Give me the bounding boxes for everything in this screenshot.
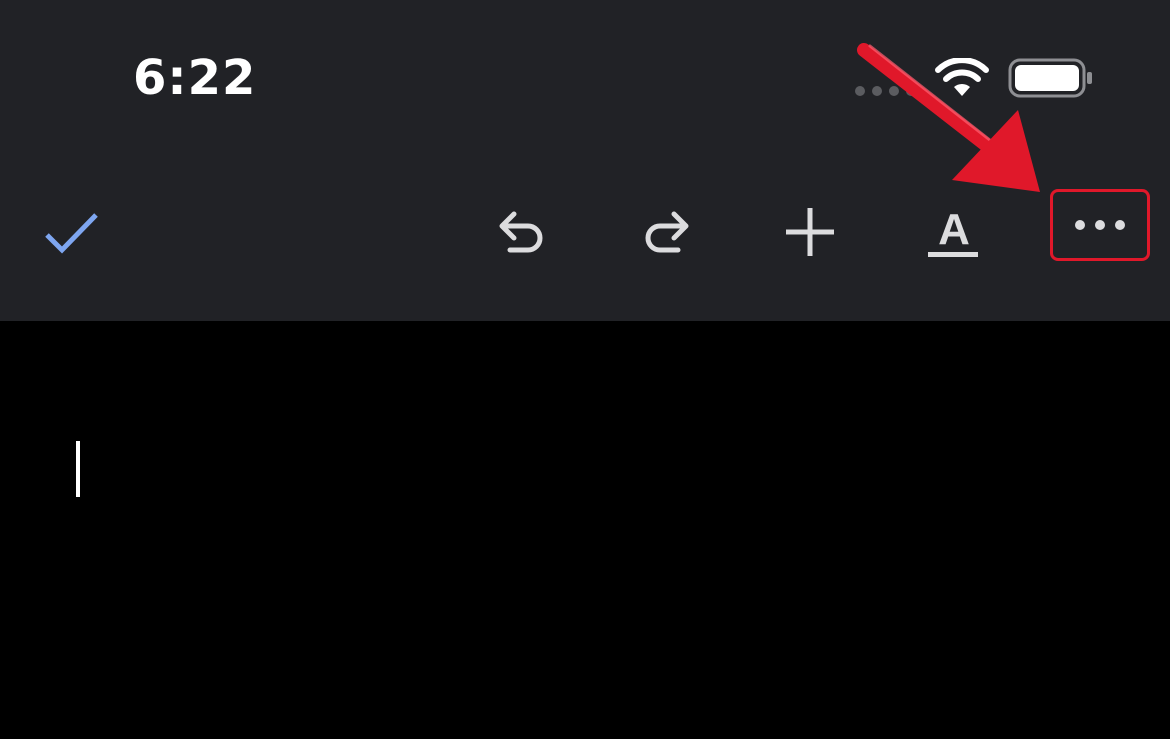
done-button[interactable] — [30, 190, 114, 274]
document-body[interactable] — [0, 321, 1170, 739]
undo-icon — [499, 211, 543, 253]
status-time: 6:22 — [133, 50, 257, 106]
plus-icon — [786, 208, 834, 256]
checkmark-icon — [45, 213, 98, 254]
undo-button[interactable] — [480, 190, 564, 274]
wifi-icon — [935, 58, 989, 96]
svg-text:A: A — [938, 205, 970, 254]
insert-button[interactable] — [768, 190, 852, 274]
docs-editor-screen: 6:22 A — [0, 0, 1170, 739]
redo-icon — [645, 211, 689, 253]
redo-button[interactable] — [624, 190, 708, 274]
top-bar: 6:22 A — [0, 0, 1170, 321]
text-cursor — [76, 441, 80, 497]
text-format-button[interactable]: A — [912, 190, 996, 274]
more-horizontal-icon — [1075, 220, 1125, 230]
battery-icon — [1008, 58, 1092, 98]
more-options-button[interactable] — [1050, 189, 1150, 261]
cellular-signal-icon — [855, 86, 916, 96]
text-format-icon: A — [928, 205, 978, 257]
